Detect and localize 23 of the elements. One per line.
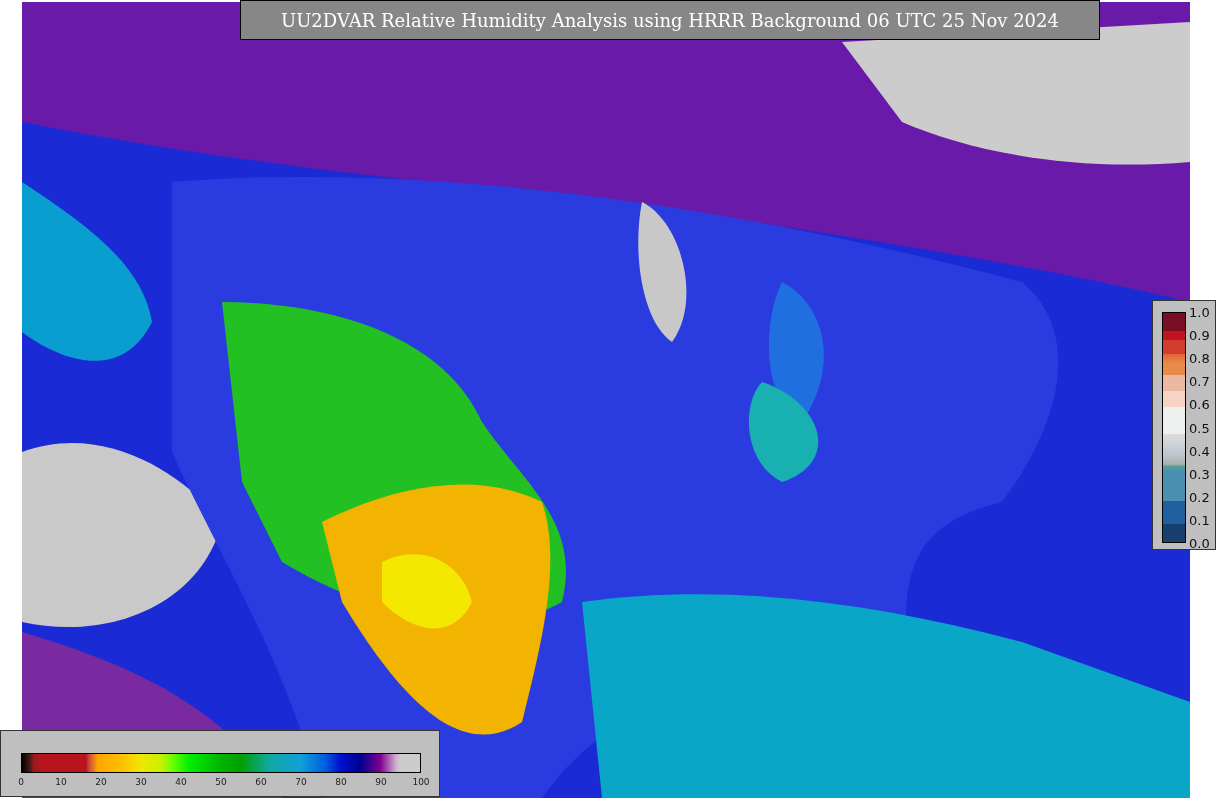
tick-label: 10 (55, 778, 67, 787)
tick-label: 30 (135, 778, 147, 787)
tick-label: 0.8 (1189, 351, 1210, 365)
tick-label: 90 (375, 778, 387, 787)
tick-label: 100 (412, 778, 430, 787)
tick-label: 0.9 (1189, 328, 1210, 342)
tick-label: 0.6 (1189, 397, 1210, 411)
tick-label: 1.0 (1189, 305, 1210, 319)
tick-label: 20 (95, 778, 107, 787)
tick-label: 0.3 (1189, 467, 1210, 481)
tick-label: 0.0 (1189, 536, 1210, 550)
map-title: UU2DVAR Relative Humidity Analysis using HRRR Background 06 UTC 25 Nov 2024 (240, 0, 1100, 40)
tick-label: 0 (18, 778, 24, 787)
tick-label: 80 (335, 778, 347, 787)
tick-label: 50 (215, 778, 227, 787)
tick-label: 70 (295, 778, 307, 787)
tick-label: 60 (255, 778, 267, 787)
tick-label: 0.4 (1189, 444, 1210, 458)
tick-label: 0.1 (1189, 513, 1210, 527)
tick-label: 0.5 (1189, 421, 1210, 434)
tick-label: 40 (175, 778, 187, 787)
tick-label: 0.7 (1189, 374, 1210, 388)
tick-label: 0.2 (1189, 490, 1210, 504)
